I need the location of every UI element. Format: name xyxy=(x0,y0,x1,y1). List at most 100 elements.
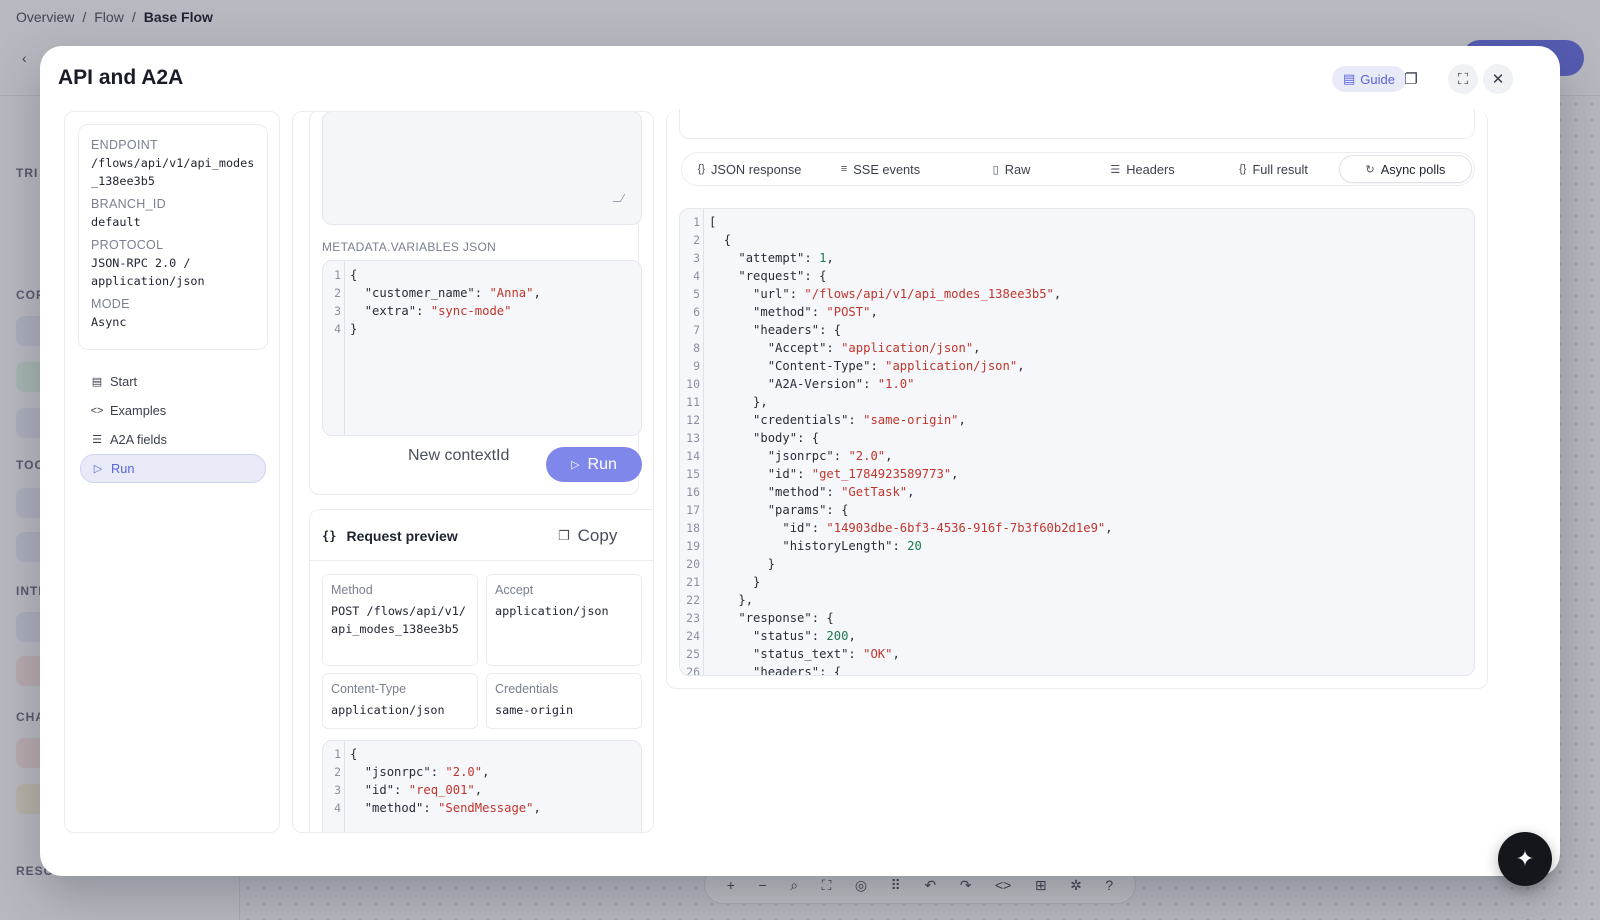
line-number: 24 xyxy=(686,629,700,643)
code-text: }, xyxy=(709,591,753,609)
line-number: 15 xyxy=(686,467,700,481)
line-number: 17 xyxy=(686,503,700,517)
code-token: "same-origin" xyxy=(863,413,959,427)
code-text: "params": { xyxy=(709,501,849,519)
code-token: { xyxy=(833,323,842,337)
code-token: , xyxy=(907,485,915,499)
code-token: { xyxy=(350,268,358,282)
method-value: POST /flows/api/v1/api_modes_138ee3b5 xyxy=(331,604,466,636)
code-text: "historyLength": 20 xyxy=(709,537,921,555)
code-token: , xyxy=(482,765,490,779)
request-preview-title: Request preview xyxy=(346,528,458,544)
tab-raw[interactable]: ▯ Raw xyxy=(946,155,1077,183)
message-textarea[interactable] xyxy=(322,112,642,225)
code-text: "credentials": "same-origin", xyxy=(709,411,966,429)
nav-item-examples[interactable]: <> Examples xyxy=(80,396,266,425)
expand-icon[interactable]: ⛶ xyxy=(1448,64,1478,94)
tab-label: JSON response xyxy=(711,161,802,177)
code-token: , xyxy=(1105,521,1113,535)
code-line: 2 { xyxy=(680,231,1474,249)
code-line: 1{ xyxy=(323,745,641,763)
code-text: "Accept": "application/json", xyxy=(709,339,981,357)
assistant-sparkle-button[interactable]: ✦ xyxy=(1498,832,1552,886)
code-token: : xyxy=(870,359,886,373)
line-number: 22 xyxy=(686,593,700,607)
code-token: "credentials" xyxy=(753,413,849,427)
code-line: 26 "headers": { xyxy=(680,663,1474,676)
code-token: : xyxy=(863,377,878,391)
metadata-json-editor[interactable]: 1{2 "customer_name": "Anna", 3 "extra": "… xyxy=(322,260,642,436)
tab-label: Full result xyxy=(1252,161,1308,177)
code-token: "headers" xyxy=(753,665,820,676)
copy-icon[interactable]: ❐ xyxy=(1396,64,1426,94)
play-icon: ▷ xyxy=(93,463,103,475)
guide-button[interactable]: ▤ Guide xyxy=(1332,66,1406,92)
tab-headers[interactable]: ☰ Headers xyxy=(1077,155,1208,183)
code-text: "jsonrpc": "2.0", xyxy=(709,447,893,465)
code-token: : xyxy=(416,304,431,318)
response-json-viewer[interactable]: 1[2 {3 "attempt": 1, 4 "request": {5 "url… xyxy=(679,208,1475,676)
api-modal: API and A2A ▤ Guide ❐ ⛶ ✕ ENDPOINT /flow… xyxy=(40,46,1560,876)
code-token: , xyxy=(951,467,959,481)
code-token: : xyxy=(811,611,827,625)
close-icon[interactable]: ✕ xyxy=(1483,64,1513,94)
code-token: "customer_name" xyxy=(364,286,475,300)
sparkle-icon: ✦ xyxy=(1515,846,1535,871)
protocol-value-line2: application/json xyxy=(91,274,205,288)
nav-item-start[interactable]: ▤ Start xyxy=(80,367,266,396)
line-number: 10 xyxy=(686,377,700,391)
copy-label: Copy xyxy=(577,526,618,545)
code-line: 7 "headers": { xyxy=(680,321,1474,339)
nav-item-run[interactable]: ▷ Run xyxy=(80,454,266,483)
tab-json-response[interactable]: {} JSON response xyxy=(684,155,815,183)
code-line: 2 "jsonrpc": "2.0", xyxy=(323,763,641,781)
line-number: 3 xyxy=(334,304,341,318)
new-context-button[interactable]: New contextId xyxy=(408,447,509,465)
tab-full-result[interactable]: {} Full result xyxy=(1208,155,1339,183)
code-token: : xyxy=(811,305,827,319)
code-token: "get_1784923589773" xyxy=(811,467,952,481)
tab-label: Headers xyxy=(1126,161,1175,177)
code-line: 21 } xyxy=(680,573,1474,591)
tab-async-polls[interactable]: ↻ Async polls xyxy=(1339,155,1472,183)
line-number: 3 xyxy=(334,783,341,797)
modal-title: API and A2A xyxy=(58,66,184,89)
code-token: "GetTask" xyxy=(841,485,908,499)
code-token: "jsonrpc" xyxy=(364,765,431,779)
tab-label: Raw xyxy=(1004,161,1031,177)
nav-item-a2a-fields[interactable]: ☰ A2A fields xyxy=(80,425,266,454)
credentials-field: Credentials same-origin xyxy=(486,673,642,729)
code-line: 12 "credentials": "same-origin", xyxy=(680,411,1474,429)
code-token: } xyxy=(753,575,761,589)
nav-item-label: Examples xyxy=(110,403,167,418)
code-token: "sync-mode" xyxy=(430,304,512,318)
code-token: , xyxy=(885,449,893,463)
play-icon: ▷ xyxy=(571,459,580,471)
copy-request-button[interactable]: ❐ Copy xyxy=(558,526,617,546)
code-line: 20 } xyxy=(680,555,1474,573)
code-token: "Content-Type" xyxy=(767,359,871,373)
code-token: { xyxy=(723,233,732,247)
code-token: : xyxy=(833,449,849,463)
tab-sse-events[interactable]: ≡ SSE events xyxy=(815,155,946,183)
code-line: 5 "url": "/flows/api/v1/api_modes_138ee3… xyxy=(680,285,1474,303)
protocol-value-line1: JSON-RPC 2.0 / xyxy=(91,256,191,270)
line-number: 4 xyxy=(334,322,341,336)
code-token: "14903dbe-6bf3-4536-916f-7b3f60b2d1e9" xyxy=(826,521,1106,535)
code-token: "Accept" xyxy=(767,341,827,355)
run-button[interactable]: ▷ Run xyxy=(546,447,642,482)
code-token: , xyxy=(973,341,981,355)
line-number: 3 xyxy=(693,251,700,265)
resize-handle-icon[interactable] xyxy=(612,194,626,202)
line-number: 20 xyxy=(686,557,700,571)
code-token: "SendMessage" xyxy=(438,801,534,815)
request-body-editor[interactable]: 1{2 "jsonrpc": "2.0", 3 "id": "req_001", 4… xyxy=(322,740,642,832)
